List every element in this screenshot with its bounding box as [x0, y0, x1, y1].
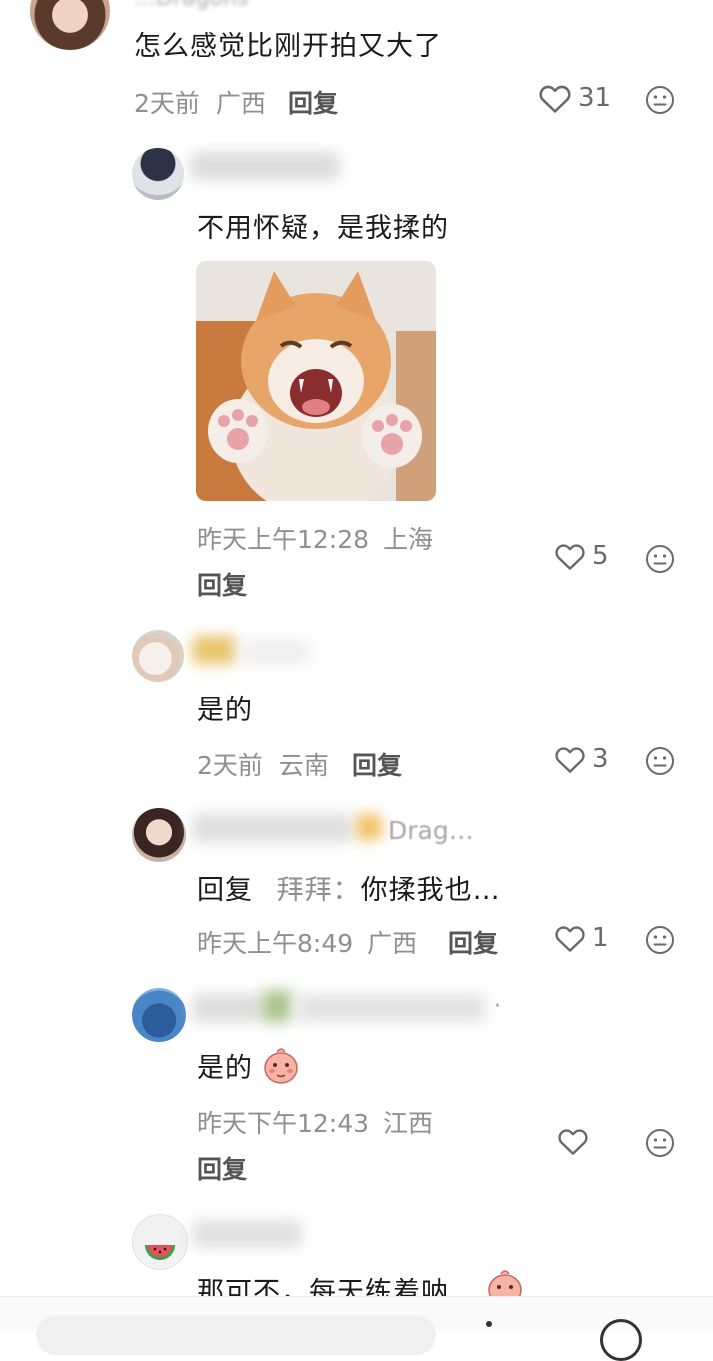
comment-meta: 昨天上午12:28 上海	[197, 520, 433, 556]
face-neutral-icon[interactable]	[645, 746, 675, 776]
commenter-name-blurred[interactable]	[192, 994, 262, 1022]
comment-body: 你揉我也…	[360, 875, 501, 906]
comment-location: 云南	[278, 751, 329, 780]
comment-time: 2天前	[197, 751, 263, 780]
comment-text: 是的	[197, 695, 253, 726]
watermelon-icon	[145, 1245, 175, 1260]
heart-outline-icon	[555, 544, 585, 570]
like-button[interactable]: 1	[554, 923, 609, 953]
comment-image-cat[interactable]	[196, 261, 436, 501]
commenter-name-text: Drag…	[388, 816, 474, 845]
like-button[interactable]: 5	[554, 541, 609, 571]
reply-prefix: 回复	[197, 875, 253, 906]
like-count: 31	[578, 83, 612, 113]
like-button[interactable]	[557, 1126, 595, 1156]
face-neutral-icon[interactable]	[645, 1128, 675, 1158]
comment-text: 回复 拜拜：你揉我也…	[197, 868, 501, 907]
commenter-name[interactable]: ...Dragons	[135, 0, 475, 12]
comment-meta: 昨天下午12:43 江西	[197, 1104, 433, 1140]
like-button[interactable]: 31	[538, 82, 611, 114]
reply-target[interactable]: 拜拜：	[277, 875, 361, 906]
commenter-name-blurred[interactable]	[192, 814, 352, 842]
heart-outline-icon	[555, 747, 585, 773]
comment-text: 不用怀疑，是我揉的	[197, 213, 449, 244]
avatar[interactable]	[132, 1214, 188, 1270]
avatar[interactable]	[132, 630, 184, 682]
commenter-name-tail[interactable]: Drag…	[388, 816, 474, 845]
comment-text: 是的	[197, 1046, 253, 1085]
commenter-name-blurred[interactable]	[296, 994, 486, 1022]
avatar[interactable]	[132, 808, 186, 862]
like-count: 5	[592, 541, 609, 571]
comment-input-bar[interactable]	[0, 1296, 713, 1361]
commenter-name-blurred[interactable]	[356, 814, 382, 840]
reply-button[interactable]: 回复	[448, 924, 498, 960]
comment-meta: 昨天上午8:49 广西	[197, 924, 417, 960]
comment-time: 昨天上午12:28	[197, 525, 370, 554]
commenter-name-blurred[interactable]	[192, 636, 236, 664]
face-neutral-icon[interactable]	[645, 544, 675, 574]
bottom-circle-icon[interactable]	[600, 1319, 642, 1361]
commenter-name-blurred[interactable]	[262, 990, 292, 1022]
reply-button[interactable]: 回复	[288, 84, 338, 120]
heart-outline-icon	[558, 1129, 588, 1155]
laughing-cat-image	[196, 261, 436, 501]
name-ellipsis: ·	[494, 994, 501, 1019]
commenter-name-blurred[interactable]	[192, 1220, 302, 1248]
reply-button[interactable]: 回复	[197, 1150, 247, 1186]
avatar[interactable]	[132, 988, 186, 1042]
comment-time: 2天前	[134, 89, 200, 118]
comment-meta: 2天前 云南	[197, 746, 329, 782]
comment-text: 怎么感觉比刚开拍又大了	[134, 31, 442, 62]
commenter-name-text: ...Dragons	[135, 0, 248, 11]
face-neutral-icon[interactable]	[645, 85, 675, 115]
comment-location: 上海	[383, 525, 434, 554]
blushing-emoji-icon	[264, 1048, 298, 1084]
comment-location: 江西	[383, 1109, 434, 1138]
like-count: 3	[592, 744, 609, 774]
reply-button[interactable]: 回复	[197, 566, 247, 602]
comment-time: 昨天下午12:43	[197, 1109, 370, 1138]
commenter-name-blurred[interactable]	[240, 640, 310, 664]
comment-input[interactable]	[36, 1315, 436, 1355]
comment-location: 广西	[367, 929, 418, 958]
comment-location: 广西	[215, 89, 266, 118]
heart-outline-icon	[555, 926, 585, 952]
avatar[interactable]	[30, 0, 110, 50]
commenter-name-blurred[interactable]	[190, 152, 340, 180]
like-count: 1	[592, 923, 609, 953]
comment-time: 昨天上午8:49	[197, 929, 354, 958]
avatar[interactable]	[132, 148, 184, 200]
face-neutral-icon[interactable]	[645, 925, 675, 955]
comment-meta: 2天前 广西	[134, 84, 266, 120]
bottom-dot	[486, 1321, 492, 1327]
heart-outline-icon	[539, 85, 571, 113]
reply-button[interactable]: 回复	[352, 746, 402, 782]
like-button[interactable]: 3	[554, 744, 609, 774]
comment-body: 是的	[197, 1053, 253, 1084]
